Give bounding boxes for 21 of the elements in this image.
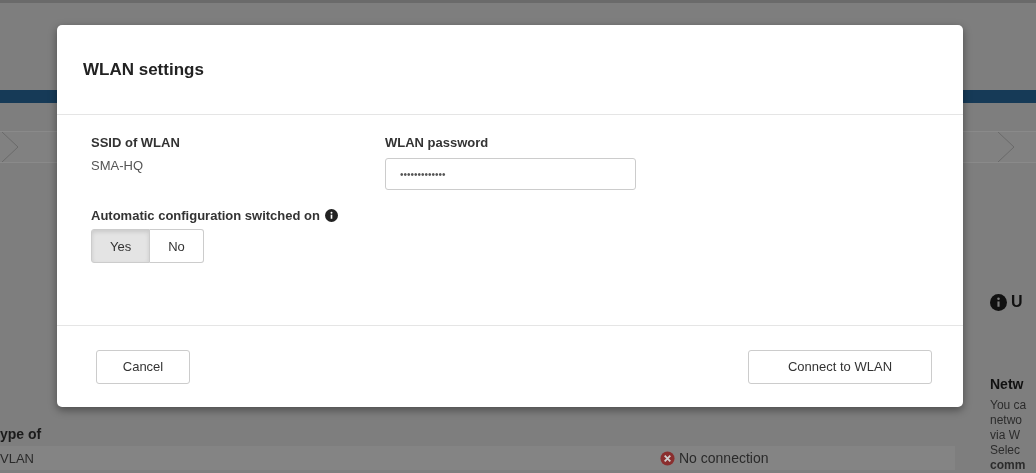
status-text: No connection (679, 450, 769, 466)
dialog-title: WLAN settings (83, 59, 204, 80)
sidebar-text: You ca netwo via W Selec comm (990, 398, 1027, 473)
chevron-icon (0, 132, 20, 162)
sidebar-title: U (1011, 293, 1023, 311)
field-label: WLAN password (385, 135, 490, 150)
sidebar-heading: Netw (990, 376, 1025, 392)
table-header: ype of (0, 426, 43, 444)
table-cell-text: VLAN (0, 450, 35, 466)
error-icon (660, 450, 675, 466)
cancel-button[interactable]: Cancel (96, 349, 190, 384)
chevron-icon (996, 132, 1016, 162)
connect-button[interactable]: Connect to WLAN (748, 349, 932, 384)
password-field[interactable]: ••••••••••••• (385, 158, 636, 190)
info-icon (990, 293, 1007, 311)
field-label: Automatic configuration switched on (91, 208, 320, 223)
info-icon (324, 209, 338, 222)
toggle-option[interactable]: Yes (91, 229, 151, 263)
toggle-option[interactable]: No (150, 229, 204, 263)
ssid-value: SMA-HQ (91, 158, 144, 173)
field-label: SSID of WLAN (91, 135, 181, 150)
